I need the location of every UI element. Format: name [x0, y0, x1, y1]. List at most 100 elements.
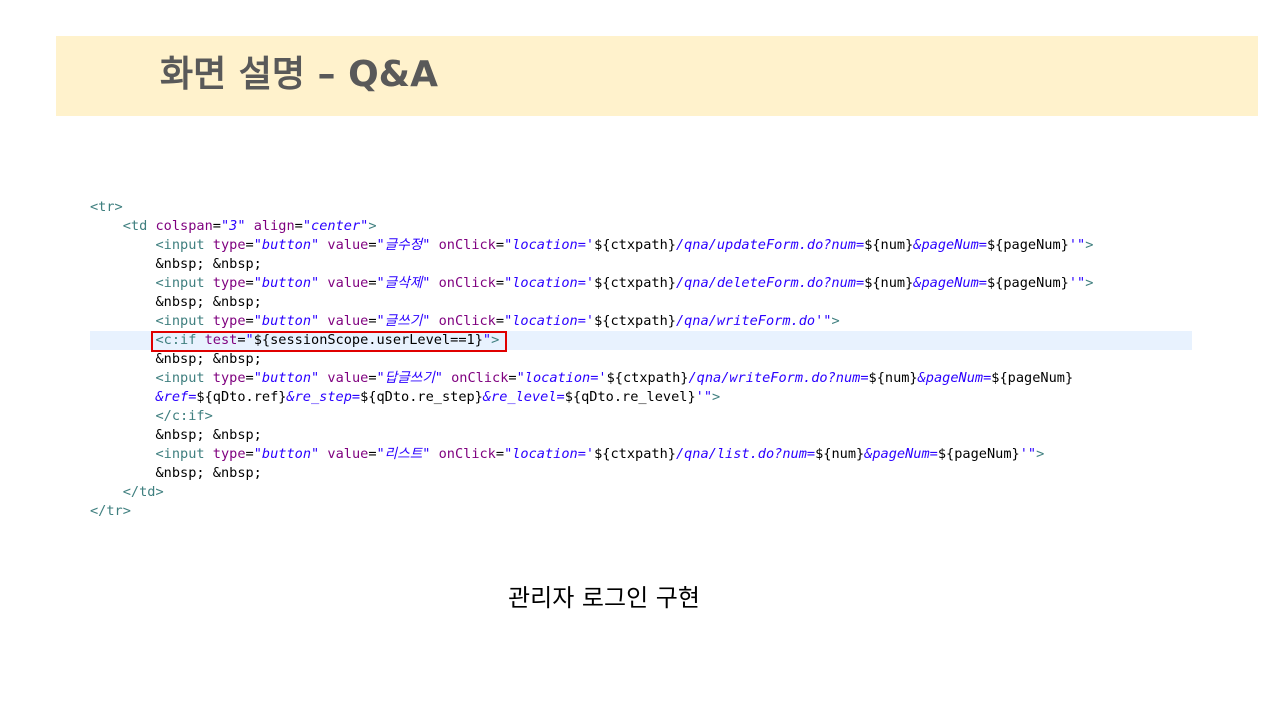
code-token: type — [212, 237, 246, 253]
code-token: "center" — [302, 218, 369, 234]
code-line: <input type="button" value="글삭제" onClick… — [90, 274, 1192, 293]
code-token: ${ctxpath} — [594, 237, 676, 253]
code-token: "button" — [253, 275, 320, 291]
code-token: type — [212, 370, 246, 386]
code-token: "button" — [253, 370, 320, 386]
code-token: onClick — [438, 446, 496, 462]
code-token: &nbsp; &nbsp; — [90, 465, 262, 481]
code-token: = — [368, 275, 377, 291]
red-highlight-box — [151, 331, 507, 352]
code-token: &nbsp; &nbsp; — [90, 427, 262, 443]
code-line-content: <input type="button" value="리스트" onClick… — [90, 446, 1044, 462]
code-token: ${ctxpath} — [594, 313, 676, 329]
code-line-content: </c:if> — [90, 408, 213, 424]
code-token: /qna/writeForm.do'" — [675, 313, 832, 329]
code-token: ${ctxpath} — [594, 446, 676, 462]
code-line: </td> — [90, 483, 1192, 502]
highlighted-code-line: <c:if test="${sessionScope.userLevel==1}… — [90, 331, 1192, 352]
code-token: ${pageNum} — [986, 275, 1069, 291]
code-line: &ref=${qDto.ref}&re_step=${qDto.re_step}… — [90, 388, 1192, 407]
code-token: = — [495, 237, 505, 253]
code-token: <tr> — [90, 199, 123, 215]
code-token: ${pageNum} — [986, 237, 1069, 253]
code-token: type — [212, 446, 246, 462]
code-token: "3" — [220, 218, 246, 234]
code-token: </c:if> — [155, 408, 213, 424]
code-token: &pageNum= — [864, 446, 938, 462]
code-token: = — [245, 370, 254, 386]
code-token: = — [245, 237, 254, 253]
code-token: onClick — [451, 370, 509, 386]
code-token: &nbsp; &nbsp; — [90, 256, 262, 272]
code-token: /qna/list.do?num= — [675, 446, 816, 462]
code-token: &pageNum= — [917, 370, 992, 386]
code-line-content: <input type="button" value="글수정" onClick… — [90, 237, 1093, 253]
code-token: &re_level= — [482, 389, 565, 405]
code-token: = — [245, 313, 254, 329]
code-token: onClick — [438, 237, 496, 253]
code-token: <input — [155, 275, 213, 291]
code-line-content: &nbsp; &nbsp; — [90, 294, 262, 310]
code-token: ${qDto.re_level} — [564, 389, 696, 405]
code-line-content: <input type="button" value="글쓰기" onClick… — [90, 313, 839, 329]
code-line-content: &nbsp; &nbsp; — [90, 427, 262, 443]
code-token: = — [368, 370, 377, 386]
code-token: "글수정" — [376, 237, 431, 253]
code-token: &nbsp; &nbsp; — [90, 294, 262, 310]
code-token: "button" — [253, 313, 320, 329]
code-line: <input type="button" value="글수정" onClick… — [90, 236, 1192, 255]
code-token: = — [245, 275, 254, 291]
code-token: onClick — [438, 275, 496, 291]
code-line-content: &nbsp; &nbsp; — [90, 465, 262, 481]
code-token: /qna/writeForm.do?num= — [688, 370, 869, 386]
code-token: = — [245, 446, 254, 462]
code-token: ${ctxpath} — [594, 275, 676, 291]
code-token: > — [1085, 237, 1094, 253]
code-token: &ref= — [155, 389, 197, 405]
code-token: "location=' — [504, 446, 595, 462]
code-line-content: <tr> — [90, 199, 123, 215]
code-token: "location=' — [504, 237, 595, 253]
code-token: <input — [155, 237, 213, 253]
code-line: &nbsp; &nbsp; — [90, 255, 1192, 274]
code-token: </td> — [122, 484, 164, 500]
code-line-content: <td colspan="3" align="center"> — [90, 218, 377, 234]
code-token: <input — [155, 446, 213, 462]
code-token: > — [1036, 446, 1045, 462]
code-token: '" — [695, 389, 713, 405]
code-token: "location=' — [504, 275, 595, 291]
code-token: value — [327, 313, 369, 329]
code-token: /qna/deleteForm.do?num= — [675, 275, 865, 291]
code-token: value — [327, 446, 369, 462]
code-token: '" — [1019, 446, 1037, 462]
code-line: <input type="button" value="글쓰기" onClick… — [90, 312, 1192, 331]
code-token: ${pageNum} — [991, 370, 1074, 386]
code-token: ${qDto.re_step} — [360, 389, 483, 405]
code-snippet: <tr> <td colspan="3" align="center"> <in… — [90, 198, 1192, 521]
code-token: type — [212, 313, 246, 329]
code-token: "button" — [253, 446, 320, 462]
code-token: "location=' — [504, 313, 595, 329]
code-line: &nbsp; &nbsp; — [90, 293, 1192, 312]
code-token: > — [712, 389, 721, 405]
code-token: value — [327, 275, 369, 291]
slide-caption: 관리자 로그인 구현 — [508, 584, 700, 612]
code-token: onClick — [438, 313, 496, 329]
code-token: = — [495, 275, 505, 291]
code-token: &nbsp; &nbsp; — [90, 351, 262, 367]
code-line: &nbsp; &nbsp; — [90, 464, 1192, 483]
code-token: = — [294, 218, 303, 234]
code-line: &nbsp; &nbsp; — [90, 350, 1192, 369]
